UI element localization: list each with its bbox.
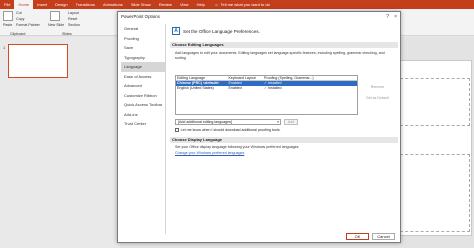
tab-file[interactable]: File — [0, 0, 14, 9]
close-icon[interactable]: × — [394, 14, 397, 20]
tab-animations[interactable]: Animations — [99, 0, 127, 9]
slide-number: 1 — [3, 45, 6, 50]
tab-design[interactable]: Design — [51, 0, 71, 9]
notify-label: Let me know when I should download addit… — [180, 128, 281, 132]
nav-customize-ribbon[interactable]: Customize Ribbon — [121, 91, 165, 101]
dialog-title: PowerPoint Options — [121, 14, 160, 19]
help-icon[interactable]: ? — [386, 14, 389, 20]
col-proofing[interactable]: Proofing (Spelling, Grammar...) — [263, 76, 357, 80]
lightbulb-icon: ☼ — [214, 2, 219, 7]
tab-help[interactable]: Help — [193, 0, 209, 9]
cut-button[interactable]: Cut — [16, 11, 22, 15]
editing-languages-table: Editing Language Keyboard Layout Proofin… — [175, 75, 358, 115]
nav-trust-center[interactable]: Trust Center — [121, 119, 165, 129]
reset-button[interactable]: Reset — [68, 17, 77, 21]
check-icon: ✓ — [264, 86, 268, 90]
slide-thumbnail[interactable] — [8, 44, 68, 78]
powerpoint-options-dialog: PowerPoint Options ? × General Proofing … — [117, 11, 401, 243]
dialog-titlebar: PowerPoint Options ? × — [118, 12, 400, 21]
title-placeholder[interactable] — [400, 78, 470, 126]
notify-checkbox-row[interactable]: Let me know when I should download addit… — [175, 128, 281, 132]
col-keyboard-layout[interactable]: Keyboard Layout — [227, 76, 263, 80]
table-row[interactable]: English (United States) Enabled ✓Install… — [176, 86, 357, 91]
tab-view[interactable]: View — [176, 0, 193, 9]
nav-add-ins[interactable]: Add-ins — [121, 110, 165, 120]
nav-language[interactable]: Language — [121, 62, 165, 72]
display-info-text: Set your Office display language followi… — [175, 145, 300, 149]
copy-button[interactable]: Copy — [16, 17, 24, 21]
nav-ease-of-access[interactable]: Ease of Access — [121, 72, 165, 82]
check-icon: ✓ — [264, 81, 268, 85]
col-editing-language[interactable]: Editing Language — [176, 76, 227, 80]
add-button[interactable]: Add — [284, 119, 298, 125]
paste-icon[interactable] — [3, 11, 13, 21]
tab-review[interactable]: Review — [155, 0, 176, 9]
ribbon-tab-bar: File Home Insert Design Transitions Anim… — [0, 0, 474, 9]
ok-button[interactable]: OK — [346, 233, 369, 240]
format-painter-button[interactable]: Format Painter — [16, 23, 40, 27]
slides-group-label: Slides — [62, 32, 72, 36]
cancel-button[interactable]: Cancel — [372, 233, 395, 240]
panel-header-text: Set the Office Language Preferences. — [183, 28, 260, 34]
tab-insert[interactable]: Insert — [33, 0, 51, 9]
notify-checkbox[interactable] — [175, 128, 179, 132]
dialog-footer: OK Cancel — [118, 232, 400, 242]
new-slide-icon[interactable] — [50, 11, 60, 21]
nav-quick-access-toolbar[interactable]: Quick Access Toolbar — [121, 100, 165, 110]
tab-slide-show[interactable]: Slide Show — [127, 0, 155, 9]
nav-typography[interactable]: Typography — [121, 53, 165, 63]
tell-me-text: Tell me what you want to do — [220, 2, 270, 7]
subtitle-placeholder[interactable] — [400, 154, 470, 232]
editing-info-text: Add languages to edit your documents. Ed… — [175, 51, 385, 60]
nav-save[interactable]: Save — [121, 43, 165, 53]
chevron-down-icon: ▾ — [277, 120, 279, 124]
nav-general[interactable]: General — [121, 24, 165, 34]
panel-header: A Set the Office Language Preferences. — [172, 27, 260, 35]
language-icon: A — [172, 27, 180, 35]
tab-transitions[interactable]: Transitions — [72, 0, 99, 9]
add-language-dropdown[interactable]: [Add additional editing languages] ▾ — [175, 119, 281, 125]
tab-home[interactable]: Home — [14, 0, 34, 9]
editing-languages-section: Choose Editing Languages — [170, 42, 398, 48]
tell-me-box[interactable]: ☼ Tell me what you want to do — [215, 2, 270, 7]
nav-proofing[interactable]: Proofing — [121, 34, 165, 44]
language-panel: A Set the Office Language Preferences. C… — [170, 24, 398, 234]
layout-button[interactable]: Layout — [68, 11, 79, 15]
options-nav: General Proofing Save Typography Languag… — [121, 24, 166, 234]
nav-advanced[interactable]: Advanced — [121, 81, 165, 91]
paste-button[interactable]: Paste — [3, 23, 12, 27]
display-language-section: Choose Display Language — [170, 137, 398, 143]
remove-button[interactable]: Remove — [364, 84, 391, 90]
windows-languages-link[interactable]: Change your Windows preferred languages — [175, 151, 244, 156]
clipboard-group-label: Clipboard — [10, 32, 26, 36]
section-button[interactable]: Section — [68, 23, 80, 27]
set-as-default-button[interactable]: Set as Default — [364, 95, 391, 101]
new-slide-button[interactable]: New Slide — [48, 23, 64, 27]
